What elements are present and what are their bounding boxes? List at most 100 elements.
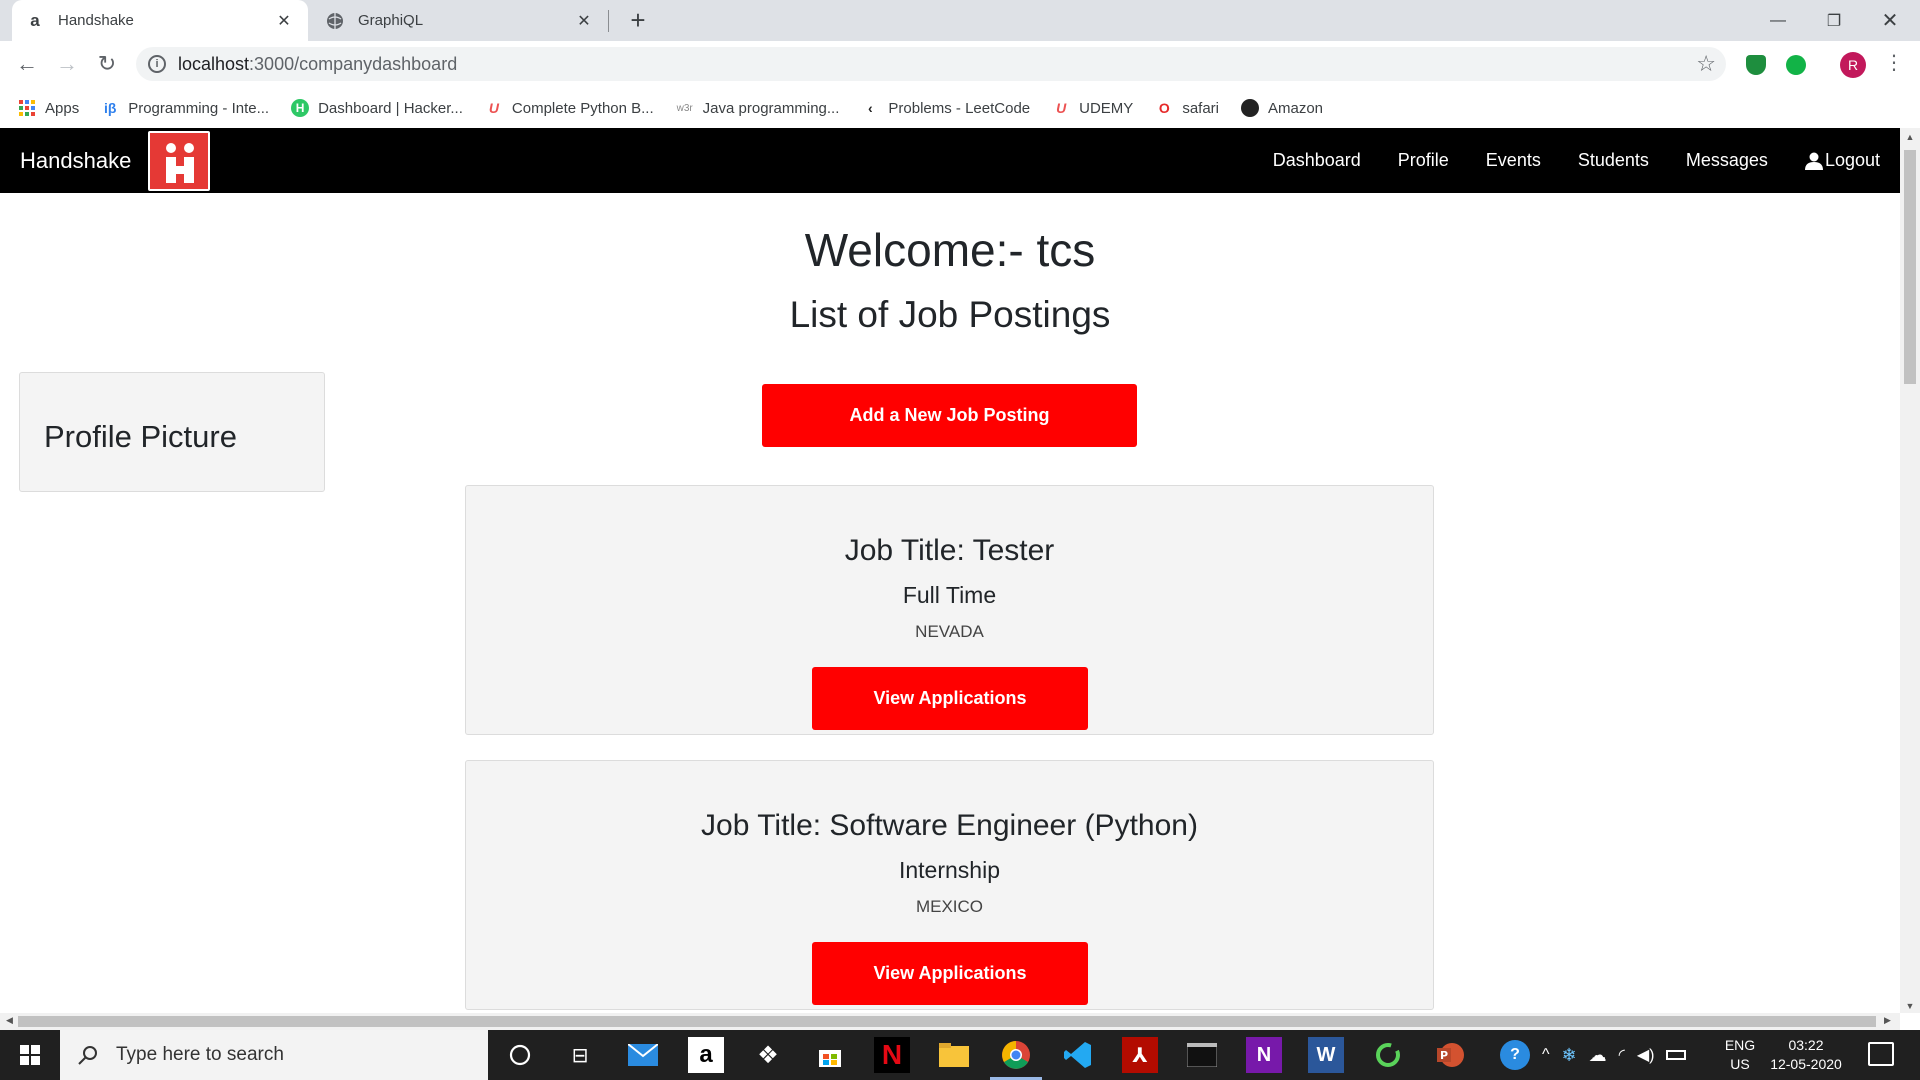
- svg-text:P: P: [1440, 1049, 1448, 1062]
- minimize-button[interactable]: —: [1750, 0, 1806, 41]
- bookmark-leetcode[interactable]: ‹ Problems - LeetCode: [861, 99, 1030, 117]
- bookmark-programming[interactable]: iβ Programming - Inte...: [101, 99, 269, 117]
- help-icon[interactable]: ?: [1500, 1040, 1530, 1070]
- green-extension-icon[interactable]: [1786, 55, 1806, 75]
- battery-icon[interactable]: [1666, 1050, 1687, 1060]
- url-text[interactable]: localhost:3000/companydashboard: [178, 54, 457, 75]
- bookmark-label: safari: [1182, 99, 1219, 117]
- volume-icon[interactable]: ◀): [1637, 1045, 1655, 1065]
- cloud-icon[interactable]: ☁: [1589, 1045, 1607, 1066]
- start-button[interactable]: [0, 1030, 60, 1080]
- acrobat-icon[interactable]: ⅄: [1122, 1037, 1158, 1073]
- view-applications-button[interactable]: View Applications: [812, 667, 1088, 730]
- bookmark-apps[interactable]: Apps: [18, 99, 79, 117]
- green-ring-app-icon[interactable]: [1370, 1037, 1406, 1073]
- language-indicator[interactable]: ENG US: [1720, 1036, 1760, 1074]
- nav-links: Dashboard Profile Events Students Messag…: [1236, 128, 1880, 193]
- taskbar-search-box[interactable]: Type here to search: [60, 1030, 488, 1080]
- job-title: Job Title: Tester: [844, 534, 1055, 567]
- bookmark-star-icon[interactable]: ☆: [1696, 51, 1716, 77]
- bookmark-hackerrank[interactable]: H Dashboard | Hacker...: [291, 99, 463, 117]
- udemy-icon: U: [488, 100, 499, 116]
- netflix-icon[interactable]: N: [874, 1037, 910, 1073]
- close-window-button[interactable]: ✕: [1862, 0, 1918, 41]
- bookmark-safari[interactable]: O safari: [1155, 99, 1219, 117]
- lang-code: ENG: [1724, 1037, 1756, 1053]
- url-host: localhost: [178, 54, 250, 74]
- restore-button[interactable]: ❐: [1806, 0, 1862, 41]
- bookmark-python[interactable]: U Complete Python B...: [485, 99, 654, 117]
- add-job-posting-button[interactable]: Add a New Job Posting: [762, 384, 1137, 447]
- store-icon[interactable]: [812, 1037, 848, 1073]
- github-icon: [1241, 99, 1259, 117]
- close-tab-icon[interactable]: ✕: [274, 11, 294, 31]
- file-explorer-icon[interactable]: [936, 1037, 972, 1073]
- tab-title: Handshake: [58, 12, 134, 29]
- snowflake-icon[interactable]: ❄: [1562, 1045, 1577, 1066]
- bookmark-label: Dashboard | Hacker...: [318, 99, 463, 117]
- wifi-icon[interactable]: ◜: [1619, 1045, 1625, 1065]
- powerpoint-icon[interactable]: P: [1432, 1037, 1468, 1073]
- udemy-icon: U: [1056, 100, 1067, 116]
- ib-icon: iβ: [103, 100, 117, 116]
- notification-center-icon[interactable]: [1868, 1042, 1894, 1066]
- handshake-logo[interactable]: [148, 131, 210, 191]
- address-bar[interactable]: i localhost:3000/companydashboard ☆: [136, 47, 1726, 81]
- onenote-icon[interactable]: N: [1246, 1037, 1282, 1073]
- scroll-down-arrow[interactable]: ▼: [1900, 1001, 1920, 1011]
- nav-events[interactable]: Events: [1486, 150, 1541, 171]
- job-card: Job Title: Tester Full Time NEVADA View …: [465, 485, 1434, 735]
- mail-icon[interactable]: [625, 1037, 661, 1073]
- bookmark-java[interactable]: w3r Java programming...: [676, 99, 840, 117]
- cortana-icon[interactable]: [502, 1037, 538, 1073]
- nav-students[interactable]: Students: [1578, 150, 1649, 171]
- scroll-thumb[interactable]: [1904, 150, 1916, 384]
- word-icon[interactable]: W: [1308, 1037, 1344, 1073]
- opera-icon: O: [1158, 100, 1170, 116]
- dropbox-icon[interactable]: ❖: [750, 1037, 786, 1073]
- bookmark-amazon[interactable]: Amazon: [1241, 99, 1323, 117]
- horizontal-scrollbar[interactable]: ◀ ▶: [0, 1013, 1900, 1030]
- scroll-up-arrow[interactable]: ▲: [1900, 132, 1920, 142]
- windows-icon: [20, 1045, 40, 1065]
- vertical-scrollbar[interactable]: ▲ ▼: [1900, 128, 1920, 1013]
- scroll-left-arrow[interactable]: ◀: [6, 1015, 13, 1026]
- close-tab-icon[interactable]: ✕: [574, 11, 594, 31]
- browser-tab-strip: a Handshake ✕ GraphiQL ✕ + — ❐ ✕: [0, 0, 1920, 41]
- forward-button[interactable]: →: [52, 49, 82, 79]
- new-tab-button[interactable]: +: [624, 6, 652, 34]
- nav-logout[interactable]: Logout: [1804, 150, 1880, 171]
- nav-dashboard[interactable]: Dashboard: [1273, 150, 1361, 171]
- shield-extension-icon[interactable]: [1746, 55, 1766, 75]
- job-postings-heading: List of Job Postings: [789, 294, 1111, 335]
- browser-menu-icon[interactable]: ⋮: [1884, 50, 1904, 75]
- job-location: NEVADA: [915, 622, 984, 641]
- hackerrank-icon: H: [291, 99, 310, 117]
- nav-messages[interactable]: Messages: [1686, 150, 1768, 171]
- user-icon: [1804, 152, 1823, 170]
- job-title: Job Title: Software Engineer (Python): [701, 809, 1198, 842]
- system-tray: ? ^ ❄ ☁ ◜ ◀): [1500, 1030, 1687, 1080]
- tab-graphiql[interactable]: GraphiQL ✕: [312, 0, 608, 41]
- task-view-icon[interactable]: ⊟: [562, 1037, 598, 1073]
- scroll-right-arrow[interactable]: ▶: [1884, 1015, 1891, 1026]
- globe-icon: [326, 12, 344, 30]
- nav-profile[interactable]: Profile: [1398, 150, 1449, 171]
- chrome-icon[interactable]: [990, 1037, 1042, 1080]
- scroll-thumb[interactable]: [18, 1016, 1876, 1027]
- chevron-up-icon[interactable]: ^: [1542, 1046, 1550, 1064]
- terminal-icon[interactable]: [1184, 1037, 1220, 1073]
- view-applications-button[interactable]: View Applications: [812, 942, 1088, 1005]
- info-icon[interactable]: i: [148, 55, 166, 73]
- taskbar-clock[interactable]: 03:22 12-05-2020: [1766, 1036, 1846, 1074]
- back-button[interactable]: ←: [12, 49, 42, 79]
- vscode-icon[interactable]: [1060, 1037, 1096, 1073]
- amazon-app-icon[interactable]: a: [688, 1037, 724, 1073]
- profile-avatar[interactable]: R: [1840, 52, 1866, 78]
- reload-button[interactable]: ↻: [92, 49, 122, 79]
- tab-handshake[interactable]: a Handshake ✕: [12, 0, 308, 41]
- w3-icon: w3r: [676, 102, 693, 114]
- bookmark-udemy[interactable]: U UDEMY: [1052, 99, 1133, 117]
- brand-name[interactable]: Handshake: [20, 148, 131, 174]
- profile-picture-card[interactable]: Profile Picture: [19, 372, 325, 492]
